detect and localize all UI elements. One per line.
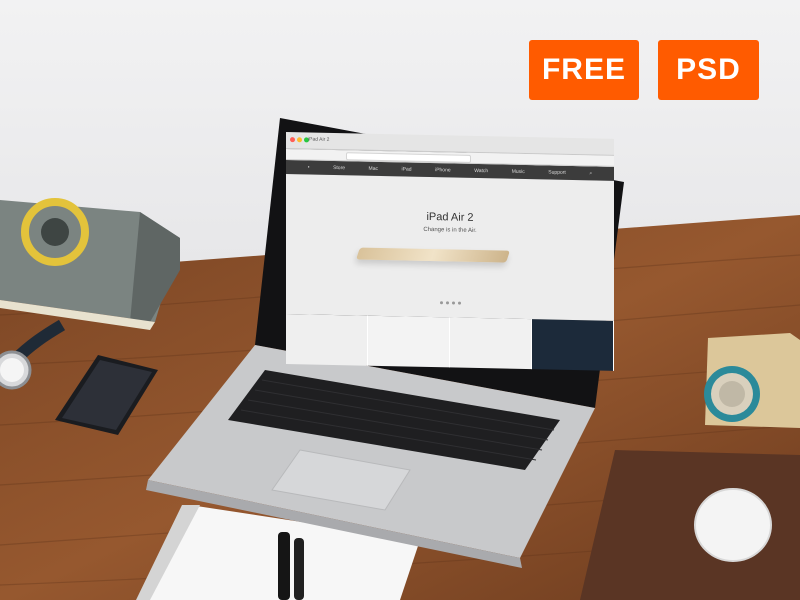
nav-item[interactable]: Mac <box>369 166 378 172</box>
pager-dot[interactable] <box>451 301 455 305</box>
nav-item[interactable]: iPhone <box>435 167 451 173</box>
minimize-dot[interactable] <box>297 137 302 143</box>
mouse <box>694 488 772 562</box>
book <box>0 198 180 330</box>
nav-item[interactable]: Store <box>333 165 345 171</box>
carousel-pager[interactable] <box>286 298 614 308</box>
pager-dot[interactable] <box>445 301 449 305</box>
tile-mac[interactable] <box>368 315 450 368</box>
pager-dot[interactable] <box>439 301 443 305</box>
tile-event[interactable] <box>532 319 614 371</box>
tab-title[interactable]: iPad Air 2 <box>308 136 329 142</box>
ipad-image <box>356 247 510 263</box>
pager-dot[interactable] <box>457 301 461 305</box>
nav-logo-icon[interactable]: • <box>308 164 310 170</box>
close-dot[interactable] <box>290 137 295 143</box>
laptop-screen: iPad Air 2 • Store Mac iPad iPhone Watch… <box>286 132 614 401</box>
nav-item[interactable]: Music <box>512 169 525 175</box>
nav-item[interactable]: Watch <box>474 168 488 174</box>
product-tiles <box>286 314 614 371</box>
tile-ipad[interactable] <box>286 314 368 366</box>
url-field[interactable] <box>346 152 471 163</box>
tile-iphone[interactable] <box>450 317 532 370</box>
hero-banner: iPad Air 2 Change is in the Air. <box>286 174 614 321</box>
window-controls[interactable] <box>290 137 309 143</box>
nav-item[interactable]: iPad <box>402 166 412 172</box>
wristwatch <box>0 319 66 390</box>
speaker <box>704 333 800 428</box>
smartphone <box>55 355 158 435</box>
free-badge: FREE <box>529 40 639 100</box>
nav-item[interactable]: Support <box>548 169 566 175</box>
hero-subtitle: Change is in the Air. <box>423 226 477 234</box>
search-icon[interactable]: ⌕ <box>589 170 592 176</box>
psd-badge: PSD <box>658 40 759 100</box>
